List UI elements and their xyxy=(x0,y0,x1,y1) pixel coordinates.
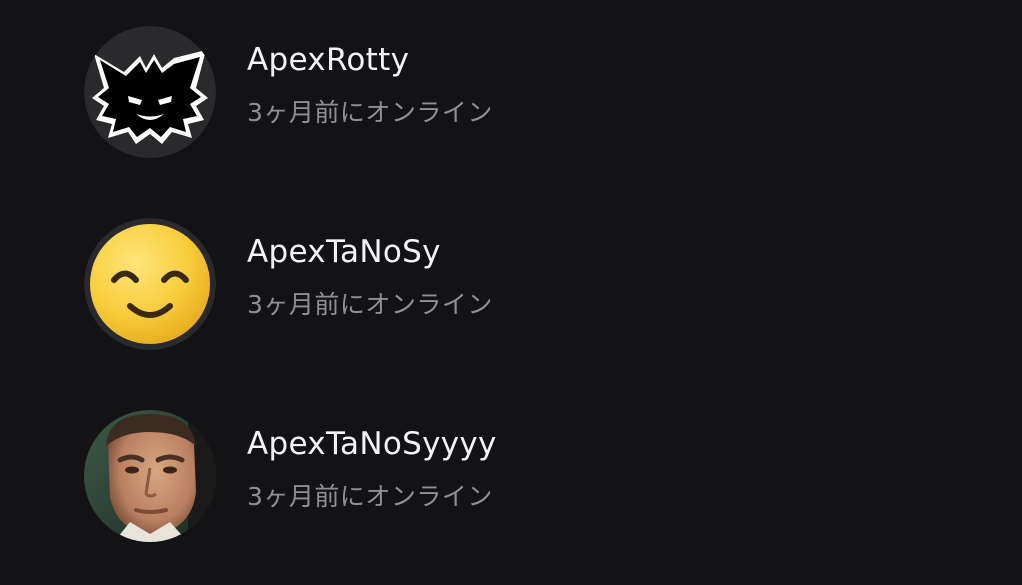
last-online-status: 3ヶ月前にオンライン xyxy=(247,98,493,127)
avatar[interactable] xyxy=(84,218,216,350)
avatar[interactable] xyxy=(84,410,216,542)
contact-row-apexrotty[interactable]: ApexRotty 3ヶ月前にオンライン xyxy=(0,17,1022,167)
last-online-status: 3ヶ月前にオンライン xyxy=(247,482,493,511)
contact-row-apextanosy[interactable]: ApexTaNoSy 3ヶ月前にオンライン xyxy=(0,209,1022,359)
username: ApexRotty xyxy=(247,42,410,78)
contact-row-apextanosyyyy[interactable]: ApexTaNoSyyyy 3ヶ月前にオンライン xyxy=(0,401,1022,551)
man-portrait-icon xyxy=(84,410,216,542)
last-online-status: 3ヶ月前にオンライン xyxy=(247,290,493,319)
black-cat-icon xyxy=(84,26,216,158)
username: ApexTaNoSy xyxy=(247,234,441,270)
contact-list: ApexRotty 3ヶ月前にオンライン ApexTaNoSy 3ヶ月前にオンラ… xyxy=(0,0,1022,585)
username: ApexTaNoSyyyy xyxy=(247,426,497,462)
smiling-face-icon xyxy=(84,218,216,350)
avatar[interactable] xyxy=(84,26,216,158)
